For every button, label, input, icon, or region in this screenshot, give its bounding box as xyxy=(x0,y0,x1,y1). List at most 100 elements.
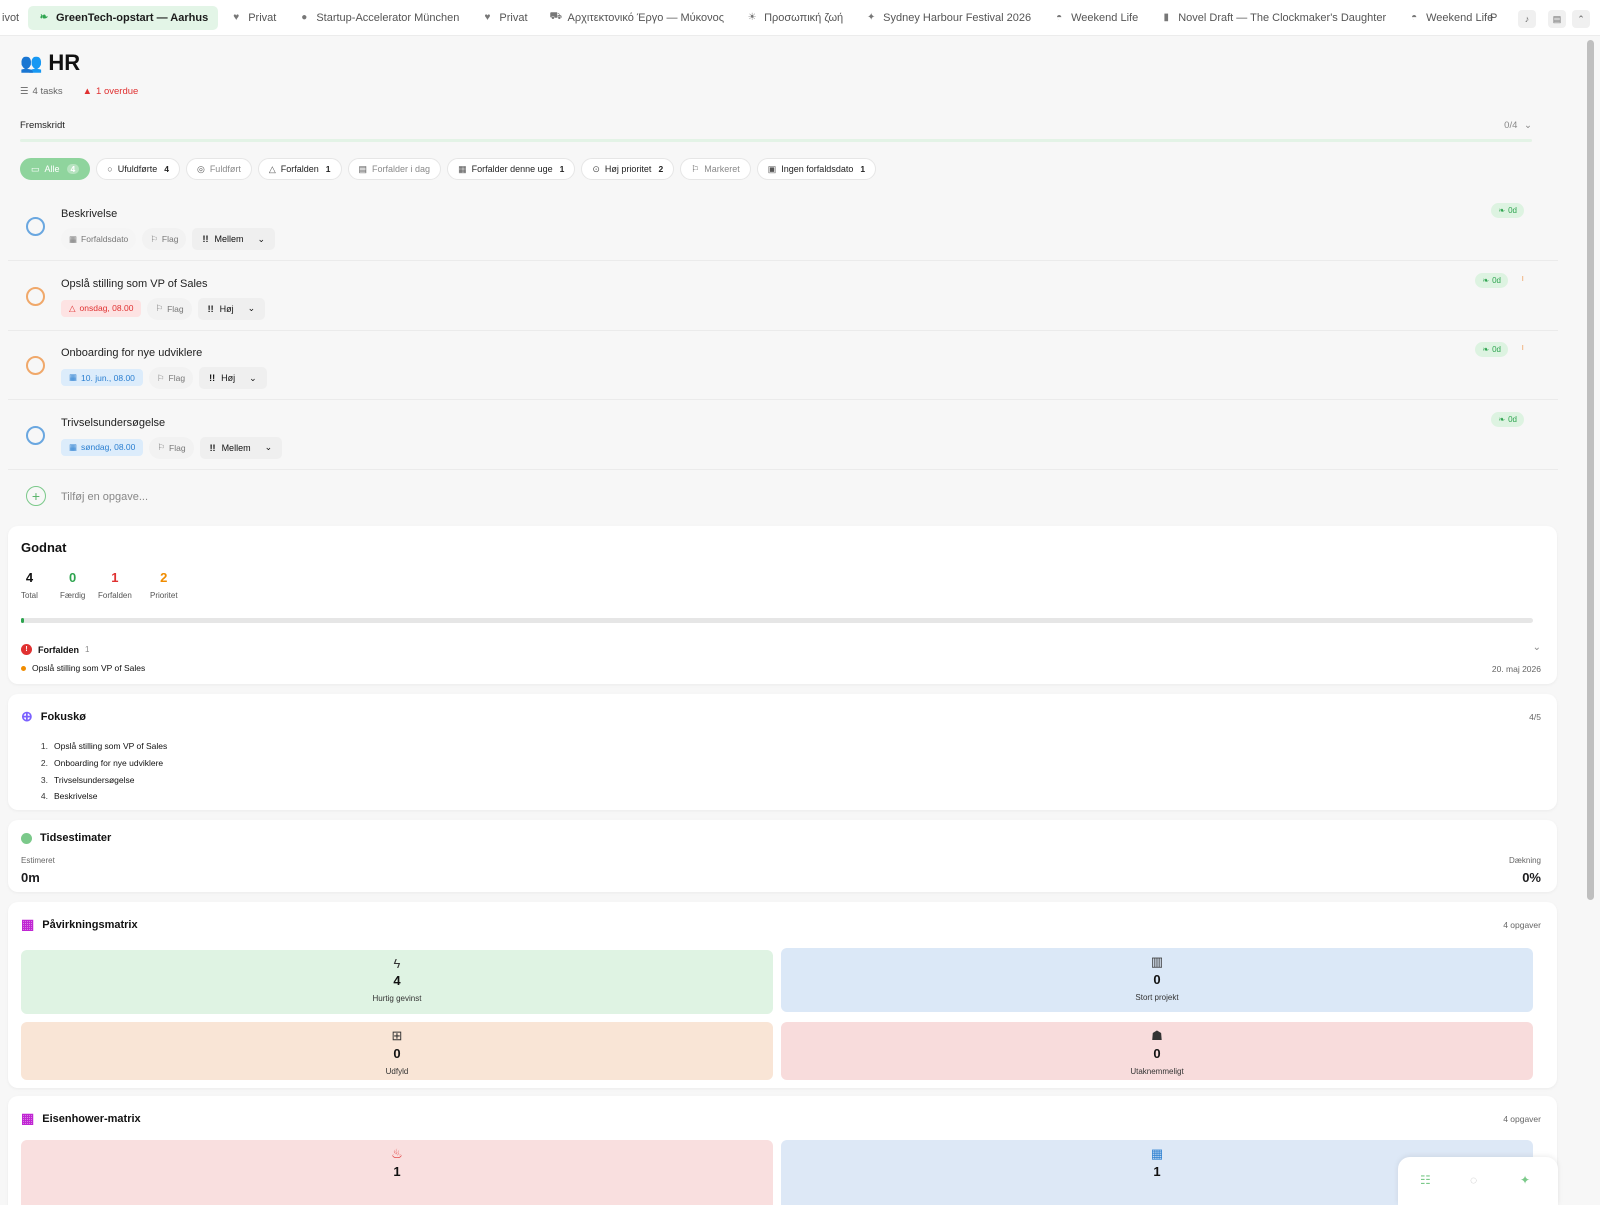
focus-item[interactable]: 1. Opslå stilling som VP of Sales xyxy=(32,738,167,755)
task-title[interactable]: Beskrivelse xyxy=(61,208,117,220)
task-row[interactable]: Trivselsundersøgelse ▦ søndag, 08.00 ⚐ Flag!… xyxy=(8,400,1558,470)
filter-chip-3[interactable]: △ Forfalden 1 xyxy=(257,158,342,180)
add-task-row[interactable]: + Tilføj en opgave... xyxy=(8,468,1558,524)
inbox-icon: ▭ xyxy=(31,163,40,174)
impact-quadrant-1[interactable]: ▥ 0 Stort projekt xyxy=(781,948,1533,1012)
filter-chip-5[interactable]: ▦ Forfalder denne uge 1 xyxy=(447,158,576,180)
tab-cut-left[interactable]: ivot xyxy=(0,6,29,30)
flag-button[interactable]: ⚐ Flag xyxy=(142,228,187,250)
filter-chip-4[interactable]: ▤ Forfalder i dag xyxy=(347,158,442,180)
priority-select[interactable]: !! Mellem ⌄ xyxy=(192,228,276,250)
tab-7[interactable]: ◓ Weekend Life xyxy=(1043,6,1148,30)
priority-select[interactable]: !! Mellem ⌄ xyxy=(199,436,283,459)
tab-1[interactable]: ♥ Privat xyxy=(220,6,286,30)
tab-cut-right[interactable]: P xyxy=(1488,6,1508,30)
priority-select[interactable]: !! Høj ⌄ xyxy=(197,297,266,320)
quadrant-count: 0 xyxy=(1153,1046,1161,1061)
estimated-value: 0m xyxy=(21,870,40,885)
tab-6[interactable]: ✦ Sydney Harbour Festival 2026 xyxy=(855,6,1041,30)
chevron-down-icon[interactable]: ⌄ xyxy=(1533,642,1541,653)
filter-chip-2[interactable]: ◎ Fuldført xyxy=(185,158,252,180)
calendar-clock-icon: ▤ xyxy=(358,163,368,174)
priority-icon: !! xyxy=(209,373,216,383)
task-row[interactable]: Beskrivelse ▦ Forfaldsdato ⚐ Flag!! Mellem ⌄ ❧ 0… xyxy=(8,191,1558,261)
due-date-label: søndag, 08.00 xyxy=(81,442,136,452)
task-title[interactable]: Opslå stilling som VP of Sales xyxy=(61,278,208,290)
impact-quadrant-0[interactable]: ϟ 4 Hurtig gevinst xyxy=(21,950,773,1014)
filter-label: Forfalden xyxy=(280,164,319,174)
bolt-icon: ϟ xyxy=(393,956,401,971)
filter-chip-6[interactable]: ⊙ Høj prioritet 2 xyxy=(581,158,675,180)
filter-count: 2 xyxy=(658,164,664,174)
task-checkbox[interactable] xyxy=(26,286,45,306)
tab-label: GreenTech-opstart — Aarhus xyxy=(56,11,209,24)
filter-chip-0[interactable]: ▭ Alle 4 xyxy=(20,158,91,180)
time-badge-label: 0d xyxy=(1508,414,1517,424)
filter-chip-7[interactable]: ⚐ Markeret xyxy=(680,158,751,180)
time-badge-label: 0d xyxy=(1492,345,1501,354)
flag-button[interactable]: ⚐ Flag xyxy=(148,367,194,389)
chat-icon[interactable]: ◌ xyxy=(1470,1173,1477,1187)
eisenhower-quadrant-0[interactable]: ♨ 1 xyxy=(21,1140,773,1205)
stat-label: Færdig xyxy=(60,591,86,600)
due-date-button[interactable]: ▦ 10. jun., 08.00 xyxy=(61,369,143,386)
task-checkbox[interactable] xyxy=(26,356,45,375)
task-title[interactable]: Trivselsundersøgelse xyxy=(61,417,165,429)
tab-5[interactable]: ☀ Προσωπική ζωή xyxy=(736,6,853,30)
tab-0[interactable]: ❧ GreenTech-opstart — Aarhus xyxy=(28,5,219,30)
progress-value[interactable]: 0/4 ⌄ xyxy=(1504,120,1532,131)
bell-icon[interactable]: ♪ xyxy=(1518,10,1536,28)
tab-3[interactable]: ♥ Privat xyxy=(471,6,537,30)
task-checkbox[interactable] xyxy=(26,217,45,236)
focus-item[interactable]: 4. Beskrivelse xyxy=(32,788,167,805)
vertical-scrollbar[interactable] xyxy=(1587,40,1594,900)
task-checkbox[interactable] xyxy=(26,425,45,445)
task-row[interactable]: Opslå stilling som VP of Sales △ onsdag, 0… xyxy=(8,261,1558,331)
impact-count: 4 opgaver xyxy=(1503,920,1541,930)
filter-chip-8[interactable]: ▣ Ingen forfaldsdato 1 xyxy=(756,158,877,180)
stat-3: 2 Prioritet xyxy=(150,570,178,600)
filter-label: Ufuldførte xyxy=(117,164,158,174)
chevron-up-icon[interactable]: ⌃ xyxy=(1572,10,1590,28)
warning-icon: ▲ xyxy=(82,86,93,97)
focus-item[interactable]: 3. Trivselsundersøgelse xyxy=(32,772,167,789)
due-date-button[interactable]: ▦ Forfaldsdato xyxy=(61,228,137,250)
flag-button[interactable]: ⚐ Flag xyxy=(147,297,192,320)
priority-select[interactable]: !! Høj ⌄ xyxy=(199,367,267,389)
sparkle-icon[interactable]: ✦ xyxy=(1520,1173,1530,1187)
impact-quadrant-2[interactable]: ⊞ 0 Udfyld xyxy=(21,1022,773,1080)
add-icon[interactable]: + xyxy=(26,486,46,506)
overdue-group-header[interactable]: ! Forfalden 1 xyxy=(21,644,89,655)
list-icon[interactable]: ☷ xyxy=(1420,1173,1431,1187)
filter-count: 1 xyxy=(860,164,866,174)
due-date-button[interactable]: △ onsdag, 08.00 xyxy=(61,299,142,317)
task-row[interactable]: Onboarding for nye udviklere ▦ 10. jun., 0… xyxy=(8,330,1558,400)
flag-button[interactable]: ⚐ Flag xyxy=(149,436,194,459)
chevron-down-icon: ⌄ xyxy=(249,372,257,383)
task-title[interactable]: Onboarding for nye udviklere xyxy=(61,347,202,359)
check-circle-icon: ◎ xyxy=(196,163,205,174)
floating-toolbar: ☷ ◌ ✦ xyxy=(1398,1157,1558,1205)
impact-quadrant-3[interactable]: ☗ 0 Utaknemmeligt xyxy=(781,1022,1533,1080)
bulb-icon: ● xyxy=(301,12,308,23)
tab-label: Privat xyxy=(499,11,528,24)
tab-8[interactable]: ▮ Novel Draft — The Clockmaker's Daughter xyxy=(1150,6,1396,30)
eisenhower-card: ▦ Eisenhower-matrix 4 opgaver ♨ 1 ▦ 1 xyxy=(8,1096,1557,1205)
warning-icon: △ xyxy=(268,163,276,174)
tab-2[interactable]: ● Startup-Accelerator München xyxy=(288,6,469,30)
add-task-input[interactable]: Tilføj en opgave... xyxy=(61,491,148,503)
page-title: 👥 HR xyxy=(20,50,138,76)
flag-label: Flag xyxy=(167,303,184,314)
people-icon: 👥 xyxy=(20,52,43,73)
layout-icon[interactable]: ▤ xyxy=(1548,10,1566,28)
priority-label: Mellem xyxy=(221,442,251,453)
alert-circle-icon: ⊙ xyxy=(592,163,600,174)
filter-chip-1[interactable]: ○ Ufuldførte 4 xyxy=(96,158,180,180)
tab-4[interactable]: ⛟ Αρχιτεκτονικό Έργο — Μύκονος xyxy=(540,6,735,30)
focus-item[interactable]: 2. Onboarding for nye udviklere xyxy=(32,755,167,772)
completion-fill xyxy=(21,618,25,623)
due-date-button[interactable]: ▦ søndag, 08.00 xyxy=(61,438,144,456)
grid-icon: ▦ xyxy=(21,916,35,932)
overdue-item[interactable]: Opslå stilling som VP of Sales xyxy=(21,663,145,673)
flag-icon: ⚐ xyxy=(691,163,700,174)
